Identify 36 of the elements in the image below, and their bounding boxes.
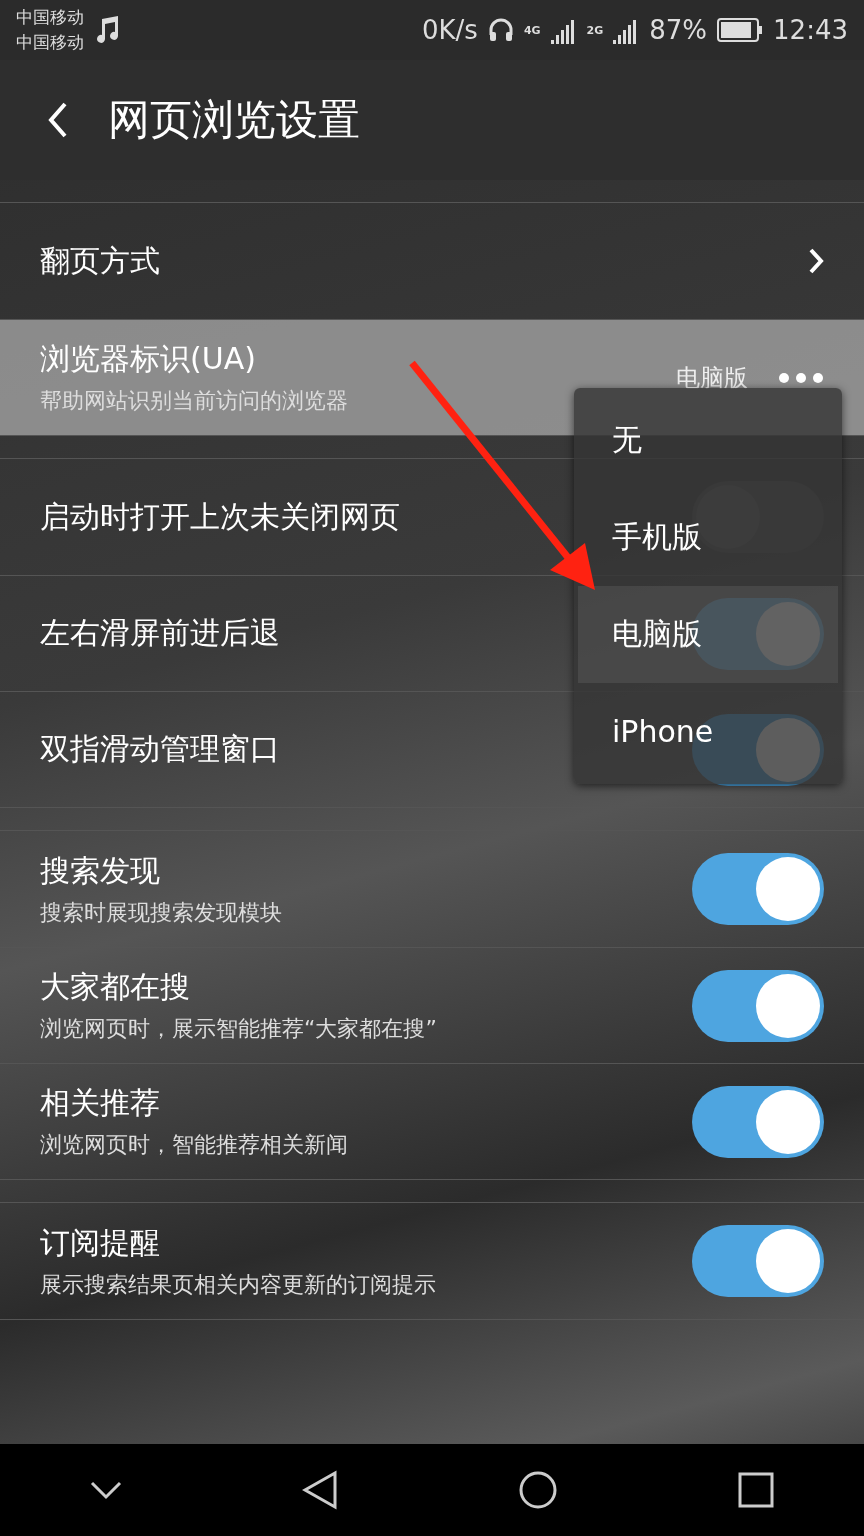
network-type: 4G <box>523 23 541 37</box>
music-note-icon <box>94 15 120 45</box>
back-nav-button[interactable] <box>302 1470 338 1510</box>
setting-description: 搜索时展现搜索发现模块 <box>40 898 282 927</box>
battery-percent: 87% <box>649 15 708 45</box>
headphones-icon <box>487 17 514 43</box>
battery-icon <box>717 18 764 42</box>
setting-title: 双指滑动管理窗口 <box>40 730 280 768</box>
network-type: 2G <box>586 23 604 37</box>
chevron-right-icon <box>808 247 824 275</box>
page-title: 网页浏览设置 <box>108 94 360 146</box>
carrier-label: 中国移动 <box>16 31 84 54</box>
menu-item[interactable]: 手机版 <box>578 489 838 586</box>
collapse-button[interactable] <box>90 1480 122 1500</box>
menu-item[interactable]: 电脑版 <box>578 586 838 683</box>
setting-description: 浏览网页时，智能推荐相关新闻 <box>40 1131 348 1159</box>
setting-title: 订阅提醒 <box>40 1223 160 1262</box>
back-icon[interactable] <box>48 102 68 138</box>
network-speed: 0K/s <box>422 15 478 45</box>
clock: 12:43 <box>773 15 848 45</box>
setting-value: 电脑版 <box>676 362 748 394</box>
recents-button[interactable] <box>738 1472 774 1508</box>
carrier-label: 中国移动 <box>16 6 84 29</box>
setting-title: 大家都在搜 <box>40 968 190 1006</box>
setting-title: 浏览器标识(UA) <box>40 340 256 378</box>
setting-title: 启动时打开上次未关闭网页 <box>40 497 400 536</box>
setting-title: 搜索发现 <box>40 851 160 890</box>
menu-item[interactable]: iPhone <box>578 683 838 780</box>
setting-description: 展示搜索结果页相关内容更新的订阅提示 <box>40 1270 436 1299</box>
setting-title: 左右滑屏前进后退 <box>40 614 280 652</box>
more-icon[interactable] <box>778 371 824 384</box>
setting-title: 相关推荐 <box>40 1084 160 1122</box>
setting-title: 翻页方式 <box>40 241 160 280</box>
setting-description: 浏览网页时，展示智能推荐“大家都在搜” <box>40 1015 437 1043</box>
setting-description: 帮助网站识别当前访问的浏览器 <box>40 387 348 415</box>
home-button[interactable] <box>518 1470 558 1510</box>
